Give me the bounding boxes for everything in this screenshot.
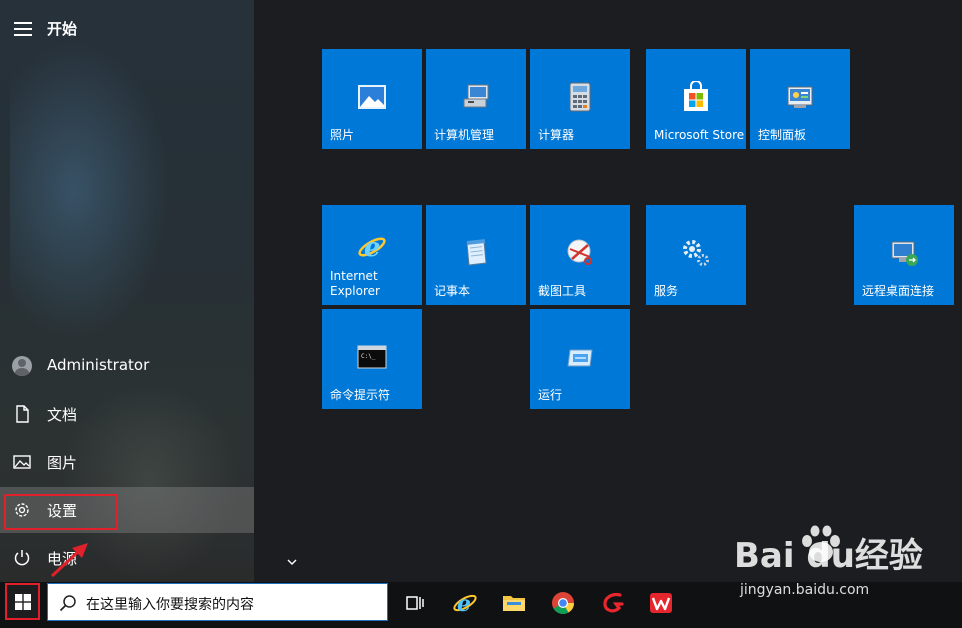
- tile-label-command-prompt: 命令提示符: [330, 388, 391, 402]
- windows-logo-icon: [15, 594, 31, 610]
- computer-management-icon: [463, 84, 489, 108]
- start-button[interactable]: [5, 583, 40, 620]
- wps-office-icon[interactable]: [648, 590, 674, 616]
- tile-label-run: 运行: [538, 388, 563, 402]
- user-avatar-icon: [12, 356, 32, 376]
- svg-text:e: e: [457, 591, 471, 616]
- file-explorer-icon[interactable]: [501, 590, 527, 616]
- svg-text:e: e: [364, 233, 381, 263]
- watermark-url: jingyan.baidu.com: [740, 582, 870, 598]
- hamburger-menu-icon[interactable]: [14, 22, 32, 36]
- tile-label-remote-desktop: 远程桌面连接: [862, 284, 935, 298]
- tile-label-computer-management: 计算机管理: [434, 128, 495, 142]
- baidu-jingyan-watermark: Bai du经验 jingyan.baidu.com: [734, 520, 934, 600]
- search-icon: [59, 595, 76, 612]
- paw-logo-icon: [802, 525, 840, 562]
- tile-label-control-panel: 控制面板: [758, 128, 807, 142]
- services-gear-icon: [683, 240, 709, 266]
- notepad-icon: [466, 239, 487, 266]
- nav-label-pictures: 图片: [47, 454, 78, 472]
- search-placeholder: 在这里输入你要搜索的内容: [86, 597, 254, 613]
- picture-icon: [13, 455, 31, 469]
- store-icon: [684, 81, 708, 111]
- tile-control-panel[interactable]: 控制面板: [750, 49, 850, 149]
- tile-command-prompt[interactable]: C:\_ 命令提示符: [322, 309, 422, 409]
- power-icon: [14, 550, 30, 566]
- tile-label-services: 服务: [654, 284, 679, 298]
- tile-run[interactable]: 运行: [530, 309, 630, 409]
- tile-calculator[interactable]: 计算器: [530, 49, 630, 149]
- snipping-tool-icon: [567, 239, 592, 265]
- nav-item-administrator[interactable]: Administrator: [0, 343, 254, 389]
- nav-item-pictures[interactable]: 图片: [0, 439, 254, 485]
- svg-text:C:\_: C:\_: [361, 353, 376, 360]
- internet-explorer-icon: e: [358, 233, 386, 263]
- tile-label-snipping-tool: 截图工具: [538, 284, 587, 298]
- nav-label-administrator: Administrator: [47, 356, 150, 374]
- tile-notepad[interactable]: 记事本: [426, 205, 526, 305]
- tile-internet-explorer[interactable]: e Internet Explorer: [322, 205, 422, 305]
- nav-item-power[interactable]: 电源: [0, 535, 254, 581]
- tile-label-microsoft-store: Microsoft Store: [654, 128, 745, 142]
- tile-label-calculator: 计算器: [538, 128, 575, 142]
- task-view-icon[interactable]: [402, 590, 428, 616]
- nav-label-documents: 文档: [47, 406, 78, 424]
- tile-label-internet-explorer: Internet Explorer: [330, 269, 380, 298]
- taskbar-search-box[interactable]: 在这里输入你要搜索的内容: [47, 583, 388, 621]
- nav-item-documents[interactable]: 文档: [0, 391, 254, 437]
- settings-highlight-box: [4, 494, 118, 530]
- control-panel-icon: [787, 86, 813, 108]
- calculator-icon: [569, 82, 591, 112]
- tile-photos[interactable]: 照片: [322, 49, 422, 149]
- command-prompt-icon: C:\_: [357, 345, 387, 369]
- tile-label-notepad: 记事本: [434, 284, 471, 298]
- tile-microsoft-store[interactable]: Microsoft Store: [646, 49, 746, 149]
- tile-remote-desktop[interactable]: 远程桌面连接: [854, 205, 954, 305]
- photos-icon: [358, 85, 386, 109]
- tile-snipping-tool[interactable]: 截图工具: [530, 205, 630, 305]
- edge-browser-icon[interactable]: e: [452, 590, 478, 616]
- red-app-icon[interactable]: [600, 590, 626, 616]
- remote-desktop-icon: [891, 241, 918, 266]
- red-arrow-annotation: [50, 543, 88, 578]
- tile-services[interactable]: 服务: [646, 205, 746, 305]
- run-icon: [567, 349, 593, 367]
- document-icon: [16, 405, 29, 423]
- chrome-icon[interactable]: [550, 590, 576, 616]
- chevron-down-icon[interactable]: [286, 558, 298, 566]
- tile-label-photos: 照片: [330, 128, 355, 142]
- start-title: 开始: [47, 20, 78, 38]
- tile-computer-management[interactable]: 计算机管理: [426, 49, 526, 149]
